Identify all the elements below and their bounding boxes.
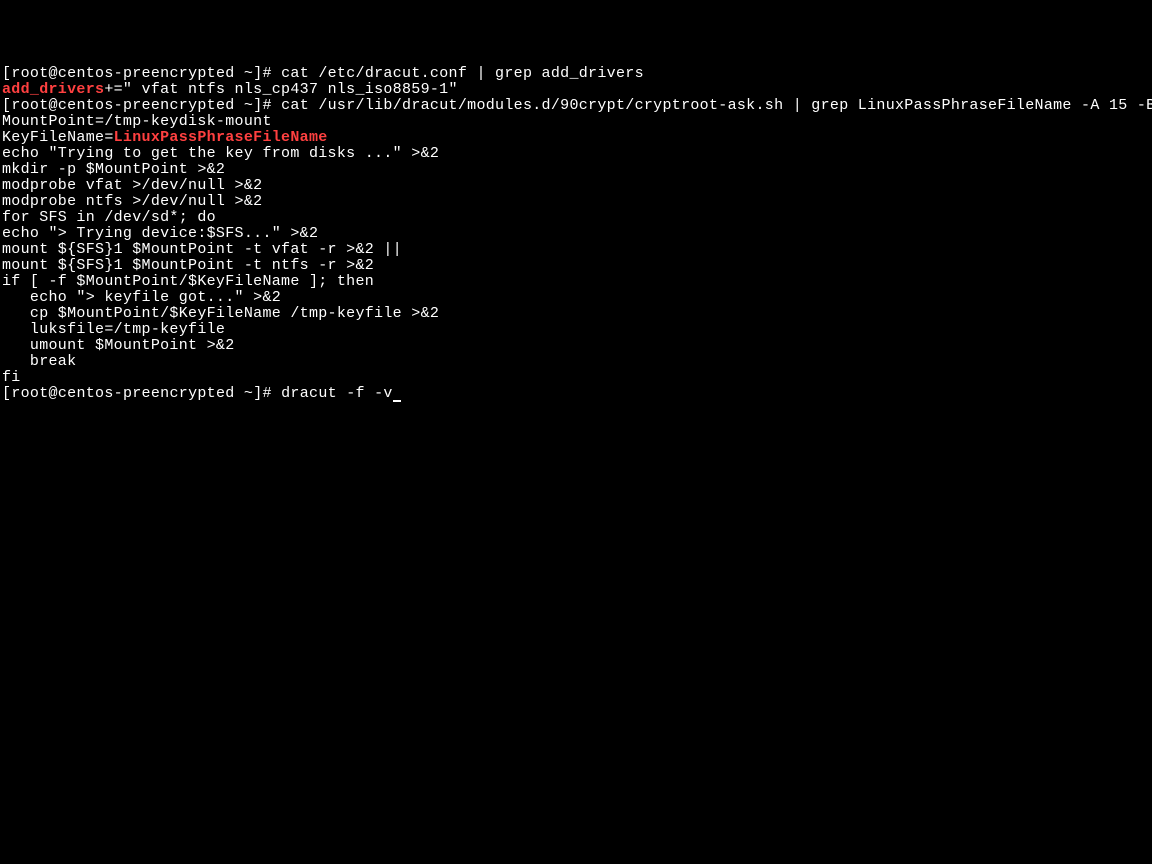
- output-text: +=" vfat ntfs nls_cp437 nls_iso8859-1": [104, 81, 457, 98]
- prompt-host: centos-preencrypted: [58, 65, 235, 82]
- grep-match: add_drivers: [2, 81, 104, 98]
- cursor-icon: [393, 388, 401, 402]
- output-line: echo "> keyfile got..." >&2: [2, 289, 281, 306]
- output-line: cp $MountPoint/$KeyFileName /tmp-keyfile…: [2, 305, 439, 322]
- output-line: KeyFileName=LinuxPassPhraseFileName: [2, 129, 328, 146]
- output-line: for SFS in /dev/sd*; do: [2, 209, 216, 226]
- output-line: break: [2, 353, 76, 370]
- output-line: mount ${SFS}1 $MountPoint -t ntfs -r >&2: [2, 257, 374, 274]
- output-line: echo "Trying to get the key from disks .…: [2, 145, 439, 162]
- prompt-user: root: [11, 65, 48, 82]
- prompt-line-1: [root@centos-preencrypted ~]# cat /etc/d…: [2, 65, 644, 82]
- output-line: umount $MountPoint >&2: [2, 337, 235, 354]
- output-line: MountPoint=/tmp-keydisk-mount: [2, 113, 272, 130]
- prompt-line-2: [root@centos-preencrypted ~]# cat /usr/l…: [2, 97, 1152, 114]
- output-line: mount ${SFS}1 $MountPoint -t vfat -r >&2…: [2, 241, 402, 258]
- prompt-bracket-close: ]#: [253, 65, 281, 82]
- command-2: cat /usr/lib/dracut/modules.d/90crypt/cr…: [281, 97, 1152, 114]
- command-3: dracut -f -v: [281, 385, 393, 402]
- output-line: luksfile=/tmp-keyfile: [2, 321, 225, 338]
- prompt-bracket-open: [: [2, 65, 11, 82]
- output-line: if [ -f $MountPoint/$KeyFileName ]; then: [2, 273, 374, 290]
- output-line: modprobe ntfs >/dev/null >&2: [2, 193, 262, 210]
- prompt-line-3: [root@centos-preencrypted ~]# dracut -f …: [2, 385, 401, 402]
- command-1: cat /etc/dracut.conf | grep add_drivers: [281, 65, 644, 82]
- output-line: echo "> Trying device:$SFS..." >&2: [2, 225, 318, 242]
- prompt-dir: ~: [244, 65, 253, 82]
- terminal[interactable]: [root@centos-preencrypted ~]# cat /etc/d…: [0, 64, 1152, 404]
- output-line: modprobe vfat >/dev/null >&2: [2, 177, 262, 194]
- output-line: mkdir -p $MountPoint >&2: [2, 161, 225, 178]
- grep-match: LinuxPassPhraseFileName: [114, 129, 328, 146]
- output-line: fi: [2, 369, 21, 386]
- output-line: add_drivers+=" vfat ntfs nls_cp437 nls_i…: [2, 81, 458, 98]
